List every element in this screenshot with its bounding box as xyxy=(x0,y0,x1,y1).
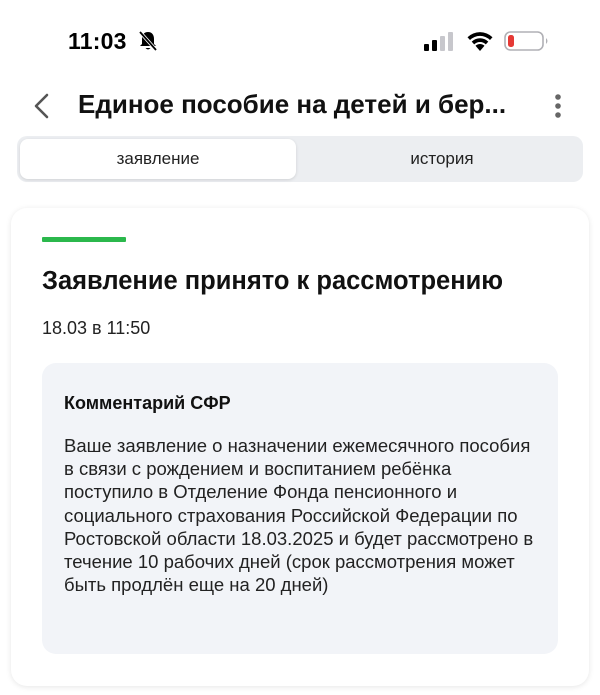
tab-switcher: заявление история xyxy=(17,136,583,182)
battery-low-icon xyxy=(504,31,548,51)
status-time: 11:03 xyxy=(68,28,127,54)
page-title: Единое пособие на детей и бер... xyxy=(78,89,507,119)
comment-title: Комментарий СФР xyxy=(64,393,231,413)
wifi-icon xyxy=(467,32,493,51)
tab-history[interactable]: история xyxy=(304,139,580,179)
cellular-signal-icon xyxy=(424,32,453,51)
more-vertical-icon[interactable] xyxy=(552,93,564,121)
chevron-left-icon[interactable] xyxy=(30,92,54,120)
status-date: 18.03 в 11:50 xyxy=(42,318,151,338)
bell-slash-icon xyxy=(138,30,158,52)
tab-application[interactable]: заявление xyxy=(20,139,296,179)
status-indicator-bar xyxy=(42,237,126,242)
status-title: Заявление принято к рассмотрению xyxy=(42,267,504,295)
comment-text: Ваше заявление о назначении ежемесячного… xyxy=(64,435,534,596)
